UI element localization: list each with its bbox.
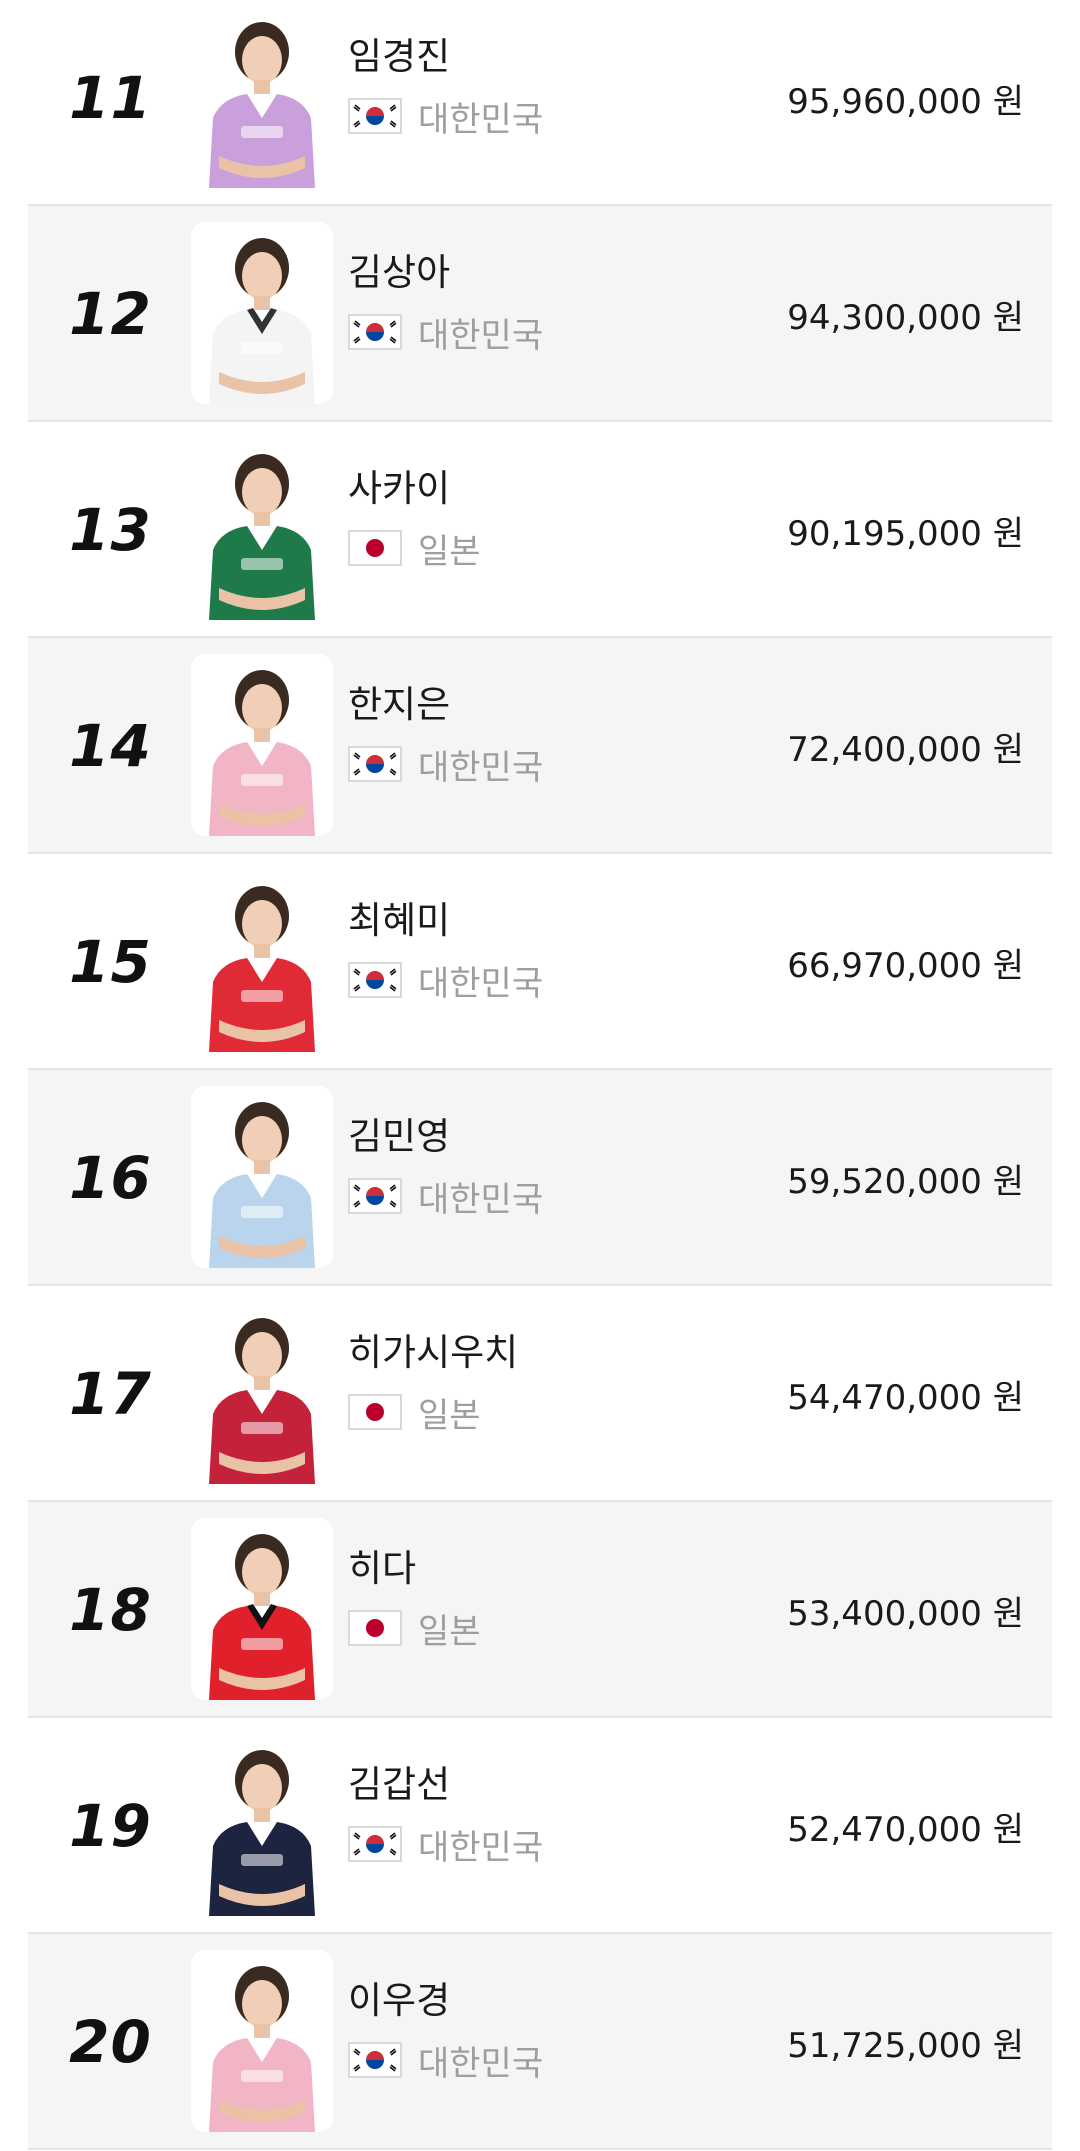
player-photo[interactable] (191, 222, 333, 404)
korea-flag-icon (348, 314, 402, 350)
rank-number: 18 (69, 1576, 152, 1644)
prize-money: 72,400,000 원 (787, 729, 1024, 770)
player-name[interactable]: 김민영 (348, 1106, 450, 1160)
player-photo[interactable] (191, 1086, 333, 1268)
prize-money: 54,470,000 원 (787, 1377, 1024, 1418)
ranking-row[interactable]: 12 김상아 대한민국 94,300,000 원 (28, 206, 1052, 422)
player-avatar-icon (209, 1534, 315, 1700)
ranking-row[interactable]: 14 한지은 대한민국 72,400,000 원 (28, 638, 1052, 854)
prize-money: 52,470,000 원 (787, 1809, 1024, 1850)
korea-flag-icon (348, 1826, 402, 1862)
ranking-row[interactable]: 15 최혜미 대한민국 66,970,000 원 (28, 854, 1052, 1070)
player-name[interactable]: 김갑선 (348, 1754, 450, 1808)
player-photo[interactable] (191, 1950, 333, 2132)
country-name: 대한민국 (418, 747, 544, 788)
rank-number: 17 (69, 1360, 152, 1428)
ranking-row[interactable]: 20 이우경 대한민국 51,725,000 원 (28, 1934, 1052, 2150)
country-name: 일본 (418, 531, 481, 572)
player-country: 대한민국 (348, 960, 543, 1004)
rank-number: 15 (69, 928, 152, 996)
player-avatar-icon (209, 22, 315, 188)
player-photo[interactable] (191, 1518, 333, 1700)
player-country: 대한민국 (348, 1176, 543, 1220)
player-avatar-icon (209, 238, 315, 404)
prize-money: 53,400,000 원 (787, 1593, 1024, 1634)
player-name[interactable]: 사카이 (348, 458, 450, 512)
ranking-row[interactable]: 16 김민영 대한민국 59,520,000 원 (28, 1070, 1052, 1286)
country-name: 대한민국 (418, 1827, 544, 1868)
prize-money: 95,960,000 원 (787, 81, 1024, 122)
country-name: 대한민국 (418, 99, 544, 140)
ranking-row[interactable]: 19 김갑선 대한민국 52,470,000 원 (28, 1718, 1052, 1934)
ranking-row[interactable]: 13 사카이 일본 90,195,000 원 (28, 422, 1052, 638)
prize-money: 94,300,000 원 (787, 297, 1024, 338)
korea-flag-icon (348, 746, 402, 782)
country-name: 일본 (418, 1611, 481, 1652)
ranking-row[interactable]: 17 히가시우치 일본 54,470,000 원 (28, 1286, 1052, 1502)
player-avatar-icon (209, 1318, 315, 1484)
prize-money: 51,725,000 원 (787, 2025, 1024, 2066)
player-country: 대한민국 (348, 96, 543, 140)
japan-flag-icon (348, 530, 402, 566)
player-country: 일본 (348, 1392, 481, 1436)
player-avatar-icon (209, 1750, 315, 1916)
korea-flag-icon (348, 98, 402, 134)
prize-money: 59,520,000 원 (787, 1161, 1024, 1202)
player-name[interactable]: 최혜미 (348, 890, 450, 944)
rank-number: 20 (69, 2008, 152, 2076)
player-name[interactable]: 이우경 (348, 1970, 450, 2024)
player-country: 대한민국 (348, 2040, 543, 2084)
rank-number: 16 (69, 1144, 152, 1212)
player-avatar-icon (209, 886, 315, 1052)
japan-flag-icon (348, 1394, 402, 1430)
player-photo[interactable] (191, 438, 333, 620)
player-name[interactable]: 히가시우치 (348, 1322, 518, 1376)
player-name[interactable]: 히다 (348, 1538, 416, 1592)
korea-flag-icon (348, 2042, 402, 2078)
player-photo[interactable] (191, 654, 333, 836)
country-name: 대한민국 (418, 1179, 544, 1220)
rank-number: 13 (69, 496, 152, 564)
country-name: 대한민국 (418, 963, 544, 1004)
player-name[interactable]: 임경진 (348, 26, 450, 80)
country-name: 대한민국 (418, 2043, 544, 2084)
player-photo[interactable] (191, 870, 333, 1052)
ranking-row[interactable]: 11 임경진 대한민국 95,960,000 원 (28, 0, 1052, 206)
prize-money: 66,970,000 원 (787, 945, 1024, 986)
player-photo[interactable] (191, 1302, 333, 1484)
player-name[interactable]: 김상아 (348, 242, 450, 296)
rank-number: 11 (69, 64, 152, 132)
player-country: 대한민국 (348, 312, 543, 356)
korea-flag-icon (348, 1178, 402, 1214)
player-photo[interactable] (191, 1734, 333, 1916)
player-name[interactable]: 한지은 (348, 674, 450, 728)
player-avatar-icon (209, 1102, 315, 1268)
rank-number: 12 (69, 280, 152, 348)
rank-number: 19 (69, 1792, 152, 1860)
player-country: 일본 (348, 1608, 481, 1652)
korea-flag-icon (348, 962, 402, 998)
player-country: 일본 (348, 528, 481, 572)
rank-number: 14 (69, 712, 152, 780)
prize-money: 90,195,000 원 (787, 513, 1024, 554)
ranking-row[interactable]: 18 히다 일본 53,400,000 원 (28, 1502, 1052, 1718)
player-country: 대한민국 (348, 744, 543, 788)
player-avatar-icon (209, 454, 315, 620)
japan-flag-icon (348, 1610, 402, 1646)
player-photo[interactable] (191, 6, 333, 188)
country-name: 일본 (418, 1395, 481, 1436)
player-country: 대한민국 (348, 1824, 543, 1868)
player-avatar-icon (209, 1966, 315, 2132)
country-name: 대한민국 (418, 315, 544, 356)
player-avatar-icon (209, 670, 315, 836)
